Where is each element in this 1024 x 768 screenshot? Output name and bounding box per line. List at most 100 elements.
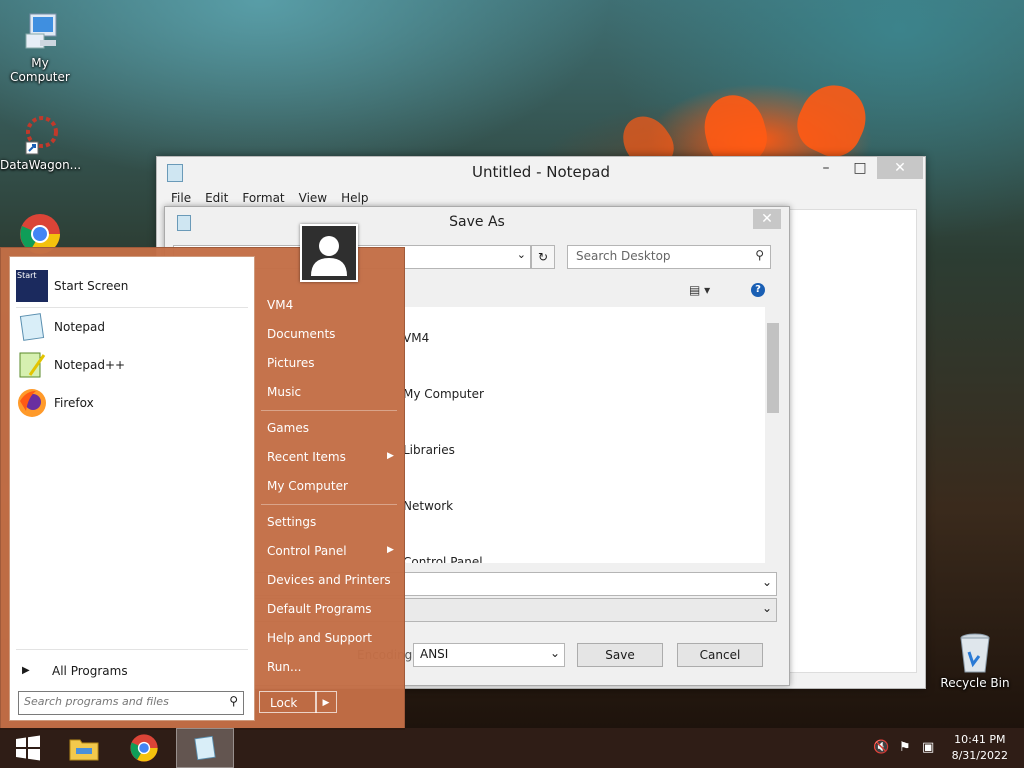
start-item-help-support[interactable]: Help and Support [267,631,372,645]
firefox-icon [16,387,48,419]
separator [16,649,248,650]
start-screen-icon: Start [16,270,48,302]
desktop-icon-datawagon[interactable]: DataWagon... [0,112,82,172]
all-programs-label: All Programs [52,664,128,678]
desktop-icon-label: DataWagon... [0,158,82,172]
start-item-pictures[interactable]: Pictures [267,356,315,370]
system-clock[interactable]: 10:41 PM 8/31/2022 [952,732,1008,764]
start-button[interactable] [0,728,56,768]
program-label: Start Screen [54,279,129,293]
start-item-vm4[interactable]: VM4 [267,298,293,312]
clock-date: 8/31/2022 [951,749,1008,762]
taskbar: 🔇 ⚑ ▣ 10:41 PM 8/31/2022 [0,728,1024,768]
recycle-bin-icon [953,630,997,674]
maximize-button[interactable]: □ [843,157,877,179]
volume-muted-icon[interactable]: 🔇 [873,740,889,755]
notepadpp-icon [16,349,48,381]
separator [16,307,248,308]
list-scrollbar[interactable] [765,307,781,563]
separator [261,410,397,411]
start-item-run[interactable]: Run... [267,660,301,674]
start-menu[interactable]: Start Start Screen Notepad Notepad++ Fir… [0,247,405,730]
start-item-games[interactable]: Games [267,421,309,435]
search-icon: ⚲ [229,694,238,708]
refresh-icon: ↻ [537,250,549,264]
dialog-app-icon [177,215,191,231]
clock-time: 10:41 PM [954,733,1006,746]
desktop-icon-my-computer[interactable]: My Computer [0,10,80,84]
chevron-down-icon[interactable]: ⌄ [762,601,772,615]
text-editor-area[interactable] [789,209,917,673]
start-menu-programs-panel: Start Start Screen Notepad Notepad++ Fir… [9,256,255,721]
encoding-select[interactable]: ANSI ⌄ [413,643,565,667]
window-title: Untitled - Notepad [471,163,611,181]
list-item[interactable]: Libraries [403,443,455,457]
program-notepad[interactable]: Notepad [16,310,105,344]
chrome-icon [130,734,158,762]
refresh-button[interactable]: ↻ [531,245,555,269]
desktop-icon-recycle-bin[interactable]: Recycle Bin [935,630,1015,690]
minimize-button[interactable]: – [809,157,843,179]
lock-options-button[interactable]: ▶ [315,691,337,713]
start-search-placeholder: Search programs and files [24,695,169,708]
notepad-titlebar[interactable]: Untitled - Notepad – □ ✕ [157,157,925,187]
user-icon [302,226,356,280]
submenu-arrow-icon: ▶ [387,451,394,461]
start-item-default-programs[interactable]: Default Programs [267,602,372,616]
scrollbar-thumb[interactable] [767,323,779,413]
start-item-control-panel[interactable]: Control Panel [267,544,347,558]
cancel-button[interactable]: Cancel [677,643,763,667]
folder-icon [69,739,99,761]
lock-label: Lock [270,696,298,710]
windows-logo-icon [16,735,40,761]
notepad-app-icon [167,164,183,182]
start-item-documents[interactable]: Documents [267,327,335,341]
desktop-icon-label: My Computer [10,56,70,84]
action-center-flag-icon[interactable]: ⚑ [899,740,911,755]
list-item[interactable]: My Computer [403,387,484,401]
taskbar-notepad[interactable] [176,728,234,768]
lock-button[interactable]: Lock [259,691,317,713]
program-label: Notepad++ [54,358,126,372]
program-label: Notepad [54,320,105,334]
separator [261,504,397,505]
taskbar-file-explorer[interactable] [56,728,112,768]
start-item-music[interactable]: Music [267,385,301,399]
program-start-screen[interactable]: Start Start Screen [16,269,128,303]
my-computer-icon [18,10,62,54]
chevron-down-icon: ⌄ [549,646,560,660]
program-firefox[interactable]: Firefox [16,386,94,420]
chevron-right-icon: ▶ [322,698,330,708]
taskbar-chrome[interactable] [116,728,172,768]
dialog-close-button[interactable]: ✕ [753,209,781,229]
network-icon[interactable]: ▣ [922,740,934,755]
search-box[interactable]: Search Desktop ⚲ [567,245,771,269]
program-notepadpp[interactable]: Notepad++ [16,348,125,382]
encoding-value: ANSI [420,647,449,661]
close-button[interactable]: ✕ [877,157,923,179]
save-button[interactable]: Save [577,643,663,667]
view-options-icon[interactable]: ▤ ▾ [689,283,715,299]
dialog-titlebar[interactable]: Save As ✕ [165,207,789,237]
list-item[interactable]: VM4 [403,331,429,345]
start-item-devices-printers[interactable]: Devices and Printers [267,573,391,587]
list-item[interactable]: Control Panel [403,555,483,563]
notepad-icon [194,735,216,761]
start-item-recent-items[interactable]: Recent Items [267,450,346,464]
start-search-box[interactable]: Search programs and files ⚲ [18,691,244,715]
notepad-icon [16,311,48,343]
desktop-icon-label: Recycle Bin [940,676,1010,690]
list-item[interactable]: Network [403,499,453,513]
start-item-my-computer[interactable]: My Computer [267,479,348,493]
dialog-title: Save As [449,214,505,230]
search-input-placeholder: Search Desktop [576,249,671,263]
submenu-arrow-icon: ▶ [387,545,394,555]
chevron-down-icon[interactable]: ⌄ [762,575,772,589]
start-item-settings[interactable]: Settings [267,515,316,529]
datawagon-icon [18,112,62,156]
search-icon: ⚲ [755,248,764,262]
help-icon[interactable]: ? [751,283,765,297]
all-programs-button[interactable]: ▶ All Programs [16,654,128,688]
chevron-down-icon[interactable]: ⌄ [517,248,526,261]
user-avatar[interactable] [300,224,358,282]
